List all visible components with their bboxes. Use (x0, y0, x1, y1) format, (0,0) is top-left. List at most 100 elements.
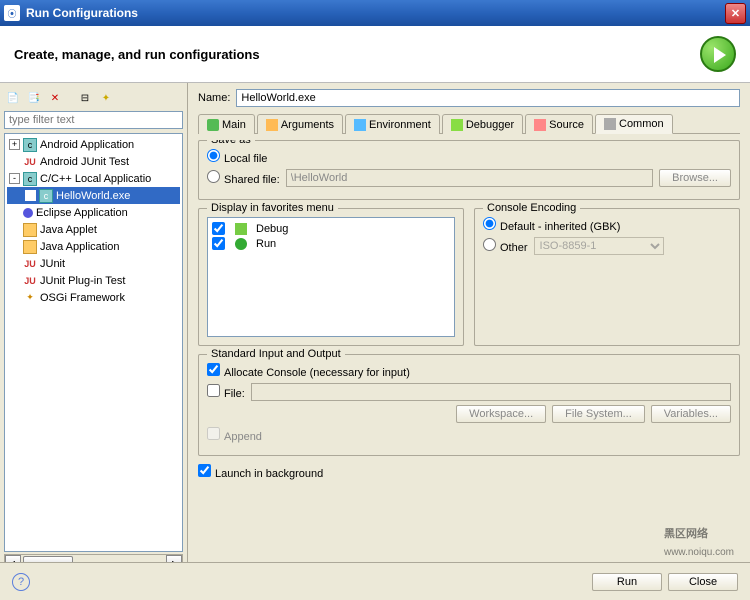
local-file-radio[interactable] (207, 149, 220, 162)
encoding-other-label[interactable]: Other (483, 238, 528, 254)
save-as-group: Save as Local file Shared file: Browse..… (198, 140, 740, 200)
io-file-checkbox[interactable] (207, 384, 220, 397)
common-tab-panel: Save as Local file Shared file: Browse..… (198, 140, 740, 556)
io-file-input (251, 383, 731, 401)
name-input[interactable] (236, 89, 740, 107)
tree-config-icon: JU (23, 257, 37, 271)
tree-item[interactable]: JUJUnit (7, 255, 180, 272)
tab-bar: Main ArgumentsEnvironment Debugger Source Co… (198, 113, 740, 134)
collapse-all-button[interactable]: ⊟ (76, 89, 94, 107)
favorites-list[interactable]: Debug Run (207, 217, 455, 337)
tree-item[interactable]: +cAndroid Application (7, 136, 180, 153)
append-checkbox (207, 427, 220, 440)
main-tab-icon (207, 119, 219, 131)
launch-bg-label[interactable]: Launch in background (198, 464, 323, 480)
close-window-button[interactable]: ✕ (725, 3, 746, 24)
help-button[interactable]: ? (12, 573, 30, 591)
tree-item-label: Eclipse Application (36, 207, 128, 219)
tree-twisty-icon[interactable]: - (9, 173, 20, 184)
tab-label: Main (222, 119, 246, 131)
run-button[interactable]: Run (592, 573, 662, 591)
tree-twisty-icon (25, 190, 36, 201)
tab-debugger[interactable]: Debugger (442, 114, 523, 134)
tree-item-label: Java Applet (40, 224, 97, 236)
bug-icon (235, 223, 247, 235)
tab-label: Common (619, 118, 664, 130)
allocate-console-checkbox[interactable] (207, 363, 220, 376)
new-config-button[interactable]: 📄 (4, 89, 22, 107)
io-file-label[interactable]: File: (207, 384, 245, 400)
launch-bg-checkbox[interactable] (198, 464, 211, 477)
titlebar: ⦿ Run Configurations ✕ (0, 0, 750, 26)
run-icon (700, 36, 736, 72)
favorite-checkbox[interactable] (212, 237, 225, 250)
tree-twisty-icon (9, 156, 20, 167)
tab-main[interactable]: Main (198, 114, 255, 134)
favorite-checkbox[interactable] (212, 222, 225, 235)
delete-config-button[interactable]: ✕ (46, 89, 64, 107)
run-icon (235, 238, 247, 250)
left-toolbar: 📄 📑 ✕ ⊟ ✦ (4, 87, 183, 111)
io-group: Standard Input and Output Allocate Conso… (198, 354, 740, 456)
tree-item[interactable]: JUAndroid JUnit Test (7, 153, 180, 170)
tab-label: Source (549, 119, 584, 131)
tree-config-icon: c (23, 172, 37, 186)
tab-common[interactable]: Common (595, 114, 673, 134)
duplicate-config-button[interactable]: 📑 (25, 89, 43, 107)
filter-input[interactable] (4, 111, 183, 129)
favorite-label: Run (256, 238, 276, 250)
tree-item-label: Java Application (40, 241, 120, 253)
tree-config-icon (23, 240, 37, 254)
tree-twisty-icon (9, 224, 20, 235)
shared-file-radio[interactable] (207, 170, 220, 183)
local-file-radio-label[interactable]: Local file (207, 149, 267, 165)
tree-item[interactable]: Java Application (7, 238, 180, 255)
tree-item[interactable]: JUJUnit Plug-in Test (7, 272, 180, 289)
tree-item-label: Android Application (40, 139, 134, 151)
workspace-button: Workspace... (456, 405, 546, 423)
tree-twisty-icon[interactable]: + (9, 139, 20, 150)
tab-source[interactable]: Source (525, 114, 593, 134)
encoding-title: Console Encoding (483, 202, 580, 214)
favorite-item[interactable]: Run (212, 237, 450, 250)
tree-item-label: C/C++ Local Applicatio (40, 173, 151, 185)
encoding-other-radio[interactable] (483, 238, 496, 251)
browse-button: Browse... (659, 169, 731, 187)
tree-item-label: Android JUnit Test (40, 156, 129, 168)
tree-twisty-icon (9, 207, 20, 218)
filesystem-button: File System... (552, 405, 645, 423)
bottom-bar: ? Run Close (0, 562, 750, 600)
tree-config-icon (23, 223, 37, 237)
shared-file-radio-label[interactable]: Shared file: (207, 170, 280, 186)
append-label: Append (207, 427, 262, 443)
tree-item-label: JUnit Plug-in Test (40, 275, 125, 287)
allocate-console-label[interactable]: Allocate Console (necessary for input) (207, 363, 410, 379)
tree-config-icon: c (39, 189, 53, 203)
com-tab-icon (604, 118, 616, 130)
args-tab-icon (266, 119, 278, 131)
tree-item[interactable]: Eclipse Application (7, 204, 180, 221)
src-tab-icon (534, 119, 546, 131)
close-button[interactable]: Close (668, 573, 738, 591)
tree-config-icon: JU (23, 155, 37, 169)
tree-item[interactable]: -cC/C++ Local Applicatio (7, 170, 180, 187)
tree-item[interactable]: cHelloWorld.exe (7, 187, 180, 204)
tree-item[interactable]: Java Applet (7, 221, 180, 238)
favorite-label: Debug (256, 223, 288, 235)
tree-config-icon: JU (23, 274, 37, 288)
encoding-default-label[interactable]: Default - inherited (GBK) (483, 217, 620, 233)
encoding-other-select: ISO-8859-1 (534, 237, 664, 255)
tree-item[interactable]: ✦OSGi Framework (7, 289, 180, 306)
filter-button[interactable]: ✦ (97, 89, 115, 107)
config-tree[interactable]: +cAndroid ApplicationJUAndroid JUnit Tes… (4, 133, 183, 552)
dialog-header: Create, manage, and run configurations (0, 26, 750, 83)
tree-config-icon: c (23, 138, 37, 152)
env-tab-icon (354, 119, 366, 131)
favorites-group: Display in favorites menu DebugRun (198, 208, 464, 346)
favorite-item[interactable]: Debug (212, 222, 450, 235)
encoding-default-radio[interactable] (483, 217, 496, 230)
tab-label: Debugger (466, 119, 514, 131)
tab-arguments[interactable]: Arguments (257, 114, 343, 134)
encoding-group: Console Encoding Default - inherited (GB… (474, 208, 740, 346)
tab-environment[interactable]: Environment (345, 114, 440, 134)
